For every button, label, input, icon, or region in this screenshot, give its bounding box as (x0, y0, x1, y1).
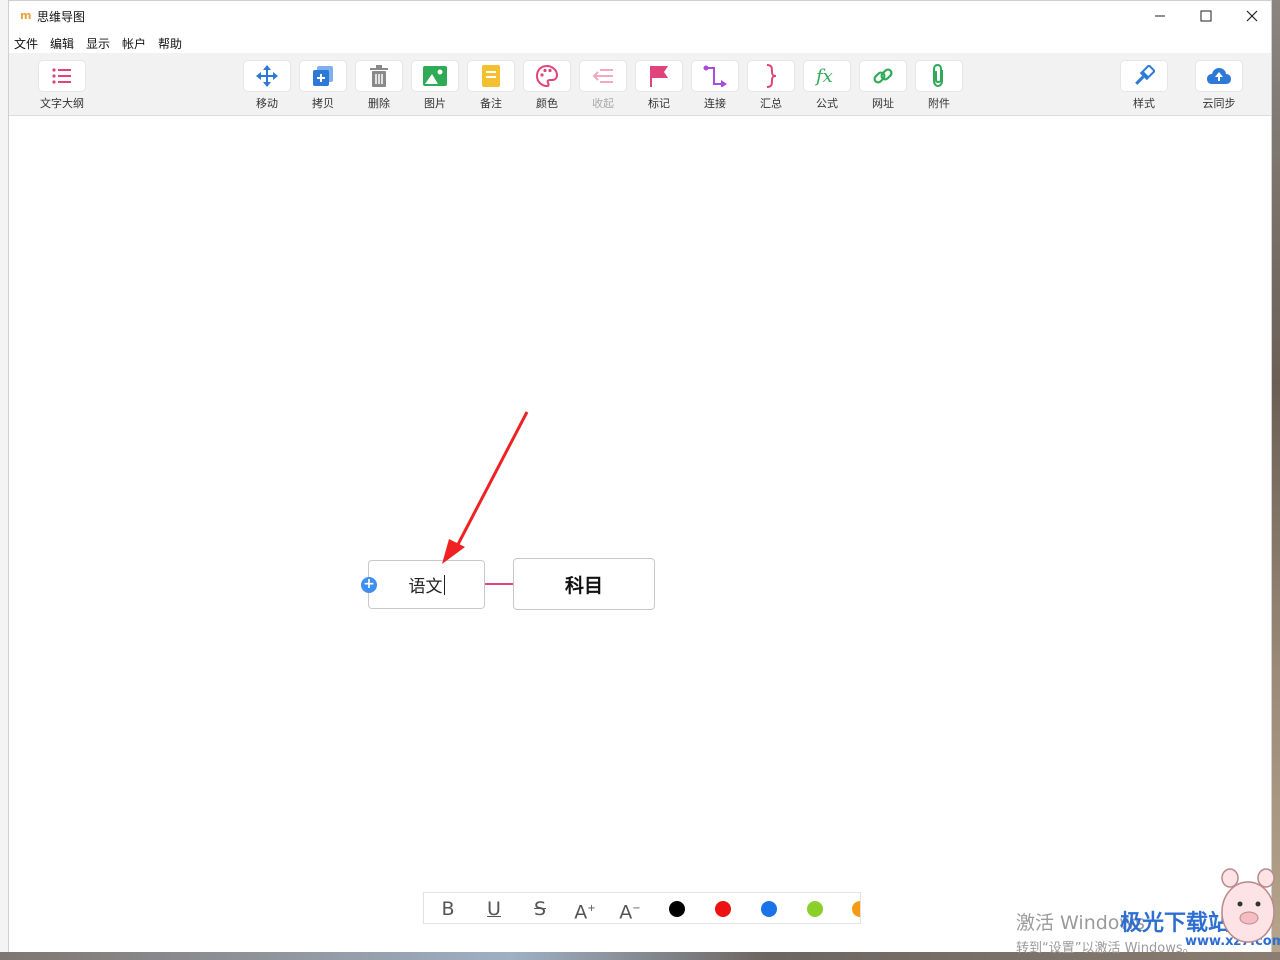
font-increase-button[interactable]: A+ (570, 896, 600, 924)
maximize-icon (1200, 10, 1212, 22)
window-title: 思维导图 (37, 10, 86, 24)
summary-label: 汇总 (760, 97, 782, 110)
list-icon (52, 68, 71, 84)
cloud-upload-icon (1207, 68, 1231, 84)
toolbar: 文字大纲 移动 拷贝 删除 图片 备注 颜色 收起 标记 连接 汇总 fx 公式… (9, 53, 1271, 116)
format-toolbar: B U S A+ A− (423, 892, 861, 924)
font-decrease-icon: A (619, 901, 633, 924)
brace-icon (766, 64, 777, 88)
mark-button[interactable]: 标记 (635, 61, 683, 113)
menu-account[interactable]: 帐户 (122, 35, 146, 52)
style-label: 样式 (1133, 97, 1155, 110)
menu-help[interactable]: 帮助 (158, 35, 182, 52)
swatch-orange[interactable] (852, 901, 860, 917)
font-decrease-button[interactable]: A− (615, 896, 645, 924)
outline-button[interactable]: 文字大纲 (38, 61, 86, 113)
flag-icon (650, 66, 668, 87)
palette-icon (536, 65, 558, 87)
annotation-arrow-icon (442, 411, 529, 564)
app-window: m 思维导图 文件 编辑 显示 帐户 帮助 文字大纲 移动 拷贝 删除 图片 备… (8, 0, 1272, 952)
formula-icon: fx (814, 66, 833, 87)
strikethrough-button[interactable]: S (525, 896, 555, 922)
close-icon (1246, 10, 1258, 22)
collapse-icon (592, 69, 613, 83)
collapse-button[interactable]: 收起 (579, 61, 627, 113)
formula-button[interactable]: fx 公式 (803, 61, 851, 113)
url-button[interactable]: 网址 (859, 61, 907, 113)
app-logo-icon: m (20, 9, 32, 22)
close-button[interactable] (1229, 1, 1275, 31)
link-icon (873, 68, 893, 84)
cloud-sync-button[interactable]: 云同步 (1195, 61, 1243, 113)
summary-button[interactable]: 汇总 (747, 61, 795, 113)
title-bar: m 思维导图 (9, 1, 1271, 31)
minimize-button[interactable] (1137, 1, 1183, 31)
swatch-red[interactable] (715, 901, 731, 917)
copy-icon (313, 66, 333, 86)
move-button[interactable]: 移动 (243, 61, 291, 113)
bold-button[interactable]: B (433, 896, 463, 922)
swatch-blue[interactable] (761, 901, 777, 917)
style-button[interactable]: 样式 (1120, 61, 1168, 113)
delete-button[interactable]: 删除 (355, 61, 403, 113)
menu-view[interactable]: 显示 (86, 35, 110, 52)
url-label: 网址 (872, 97, 894, 110)
move-label: 移动 (256, 97, 278, 110)
move-icon (256, 65, 278, 87)
underline-button[interactable]: U (479, 896, 509, 922)
trash-icon (370, 65, 388, 87)
connect-button[interactable]: 连接 (691, 61, 739, 113)
menu-edit[interactable]: 编辑 (50, 35, 74, 52)
mark-label: 标记 (648, 97, 670, 110)
color-button[interactable]: 颜色 (523, 61, 571, 113)
connect-icon (703, 65, 727, 87)
copy-button[interactable]: 拷贝 (299, 61, 347, 113)
copy-label: 拷贝 (312, 97, 334, 110)
activation-subtitle: 转到“设置”以激活 Windows。 (1016, 941, 1196, 956)
delete-label: 删除 (368, 97, 390, 110)
desktop-edge-right (1272, 0, 1280, 960)
underline-icon: U (487, 898, 501, 920)
brush-icon (1135, 65, 1155, 85)
color-label: 颜色 (536, 97, 558, 110)
attach-button[interactable]: 附件 (915, 61, 963, 113)
outline-label: 文字大纲 (40, 97, 84, 110)
pig-mascot-icon (1221, 868, 1275, 943)
swatch-black[interactable] (669, 901, 685, 917)
bold-icon: B (441, 898, 455, 920)
menu-bar: 文件 编辑 显示 帐户 帮助 (9, 31, 1271, 53)
svg-text:fx: fx (814, 66, 833, 87)
swatch-green[interactable] (807, 901, 823, 917)
menu-file[interactable]: 文件 (14, 35, 38, 52)
font-increase-icon: A (574, 901, 588, 924)
paperclip-icon (933, 64, 943, 88)
minimize-icon (1155, 15, 1165, 17)
mindmap-canvas[interactable]: 语文 + 科目 B U S A+ A− (9, 116, 1271, 952)
note-icon (482, 65, 500, 87)
image-label: 图片 (424, 97, 446, 110)
strikethrough-icon: S (533, 898, 547, 920)
note-label: 备注 (480, 97, 502, 110)
connect-label: 连接 (704, 97, 726, 110)
maximize-button[interactable] (1183, 1, 1229, 31)
note-button[interactable]: 备注 (467, 61, 515, 113)
image-button[interactable]: 图片 (411, 61, 459, 113)
collapse-label: 收起 (592, 97, 614, 110)
formula-label: 公式 (816, 97, 838, 110)
cloud-sync-label: 云同步 (1202, 97, 1236, 110)
image-icon (423, 66, 447, 86)
attach-label: 附件 (928, 97, 950, 110)
